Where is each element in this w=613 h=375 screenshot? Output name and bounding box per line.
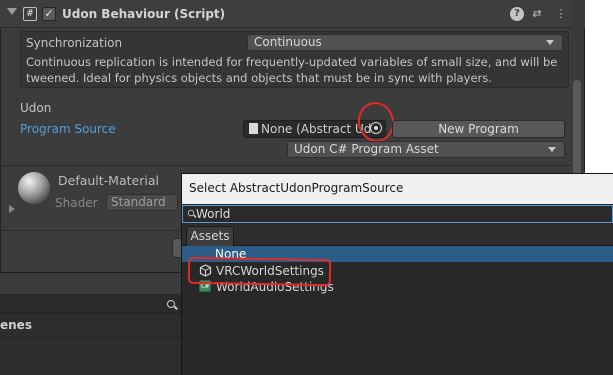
picker-tab-row: [182, 224, 613, 246]
synchronization-description: Continuous replication is intended for f…: [26, 55, 558, 85]
component-separator: [0, 165, 585, 166]
program-source-label: Program Source: [20, 122, 116, 136]
material-name: Default-Material: [58, 173, 159, 188]
tab-assets[interactable]: Assets: [186, 226, 234, 246]
scenes-label: enes: [0, 318, 32, 332]
picker-title: Select AbstractUdonProgramSource: [189, 181, 404, 195]
new-program-button[interactable]: New Program: [392, 120, 565, 138]
chevron-down-icon: [546, 40, 554, 45]
foldout-arrow-icon[interactable]: [7, 8, 17, 15]
picker-search-value: World: [196, 207, 231, 221]
program-asset-type-value: Udon C# Program Asset: [294, 142, 439, 156]
annotation-rectangle: [187, 256, 332, 287]
material-preview-icon: [18, 172, 50, 204]
shader-dropdown[interactable]: Standard: [106, 194, 178, 211]
synchronization-value: Continuous: [254, 35, 322, 49]
material-foldout-icon[interactable]: [9, 205, 15, 213]
kebab-menu-icon[interactable]: ⋮: [554, 7, 568, 21]
chevron-down-icon: [548, 147, 556, 152]
background-window: [585, 0, 613, 173]
presets-icon[interactable]: ⇄: [530, 7, 544, 21]
project-search-bar[interactable]: [0, 296, 181, 314]
project-tabbar: [0, 273, 181, 295]
component-title: Udon Behaviour (Script): [62, 7, 226, 21]
synchronization-dropdown[interactable]: Continuous: [247, 34, 563, 51]
picker-search-input[interactable]: [182, 205, 613, 223]
program-asset-type-dropdown[interactable]: Udon C# Program Asset: [287, 141, 565, 158]
scenes-divider: [0, 337, 181, 338]
shader-label: Shader: [55, 196, 98, 210]
synchronization-label: Synchronization: [26, 36, 123, 50]
search-icon: [187, 209, 195, 217]
script-icon: #: [23, 7, 37, 21]
udon-section-label: Udon: [20, 101, 52, 115]
scrollbar-thumb[interactable]: [573, 80, 581, 175]
search-icon[interactable]: [167, 300, 175, 308]
file-icon: [249, 123, 258, 134]
help-icon[interactable]: ?: [510, 7, 524, 21]
component-enabled-checkbox[interactable]: ✓: [42, 7, 56, 21]
